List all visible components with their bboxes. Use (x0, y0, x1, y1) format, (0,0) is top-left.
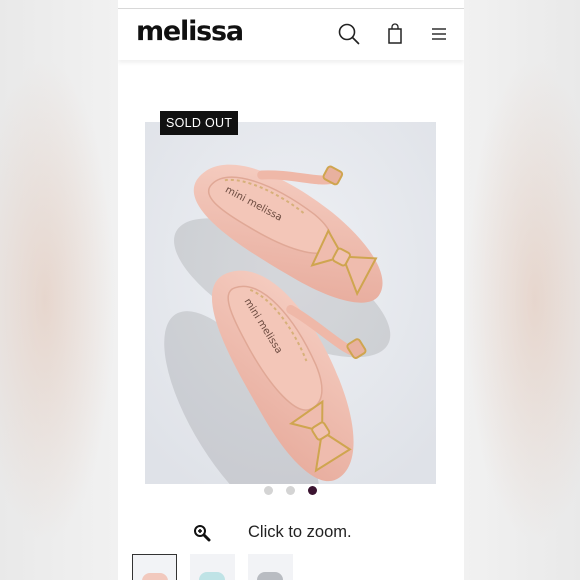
thumbnail-pink[interactable] (132, 554, 177, 580)
site-header: melissa (118, 9, 464, 60)
brand-logo[interactable]: melissa (136, 16, 244, 47)
shopping-bag-icon (388, 23, 402, 44)
thumbnail-shoe (142, 573, 168, 580)
product-page: melissa mini melissa mini melissa SOLD O… (118, 0, 464, 580)
magnifier-plus-icon (194, 525, 211, 542)
shoes-illustration: mini melissa mini melissa (145, 122, 436, 484)
thumbnail-silver[interactable] (248, 554, 293, 580)
gallery-dot-2[interactable] (286, 486, 295, 495)
search-button[interactable] (336, 21, 362, 47)
zoom-control[interactable]: Click to zoom. (193, 522, 433, 544)
menu-button[interactable] (426, 21, 452, 47)
thumbnail-shoe (199, 572, 225, 580)
thumbnail-shoe (257, 572, 283, 580)
thumbnail-strip (132, 554, 302, 580)
gallery-dot-1[interactable] (264, 486, 273, 495)
gallery-dot-3-active[interactable] (308, 486, 317, 495)
cart-button[interactable] (382, 21, 408, 47)
announcement-bar (118, 0, 464, 9)
sold-out-badge: SOLD OUT (160, 111, 239, 135)
thumbnail-light-blue[interactable] (190, 554, 235, 580)
hamburger-menu-icon (432, 28, 446, 40)
gallery-pagination (264, 486, 324, 496)
zoom-label: Click to zoom. (248, 523, 352, 541)
product-image[interactable]: mini melissa mini melissa (145, 122, 436, 484)
search-icon (338, 23, 360, 45)
